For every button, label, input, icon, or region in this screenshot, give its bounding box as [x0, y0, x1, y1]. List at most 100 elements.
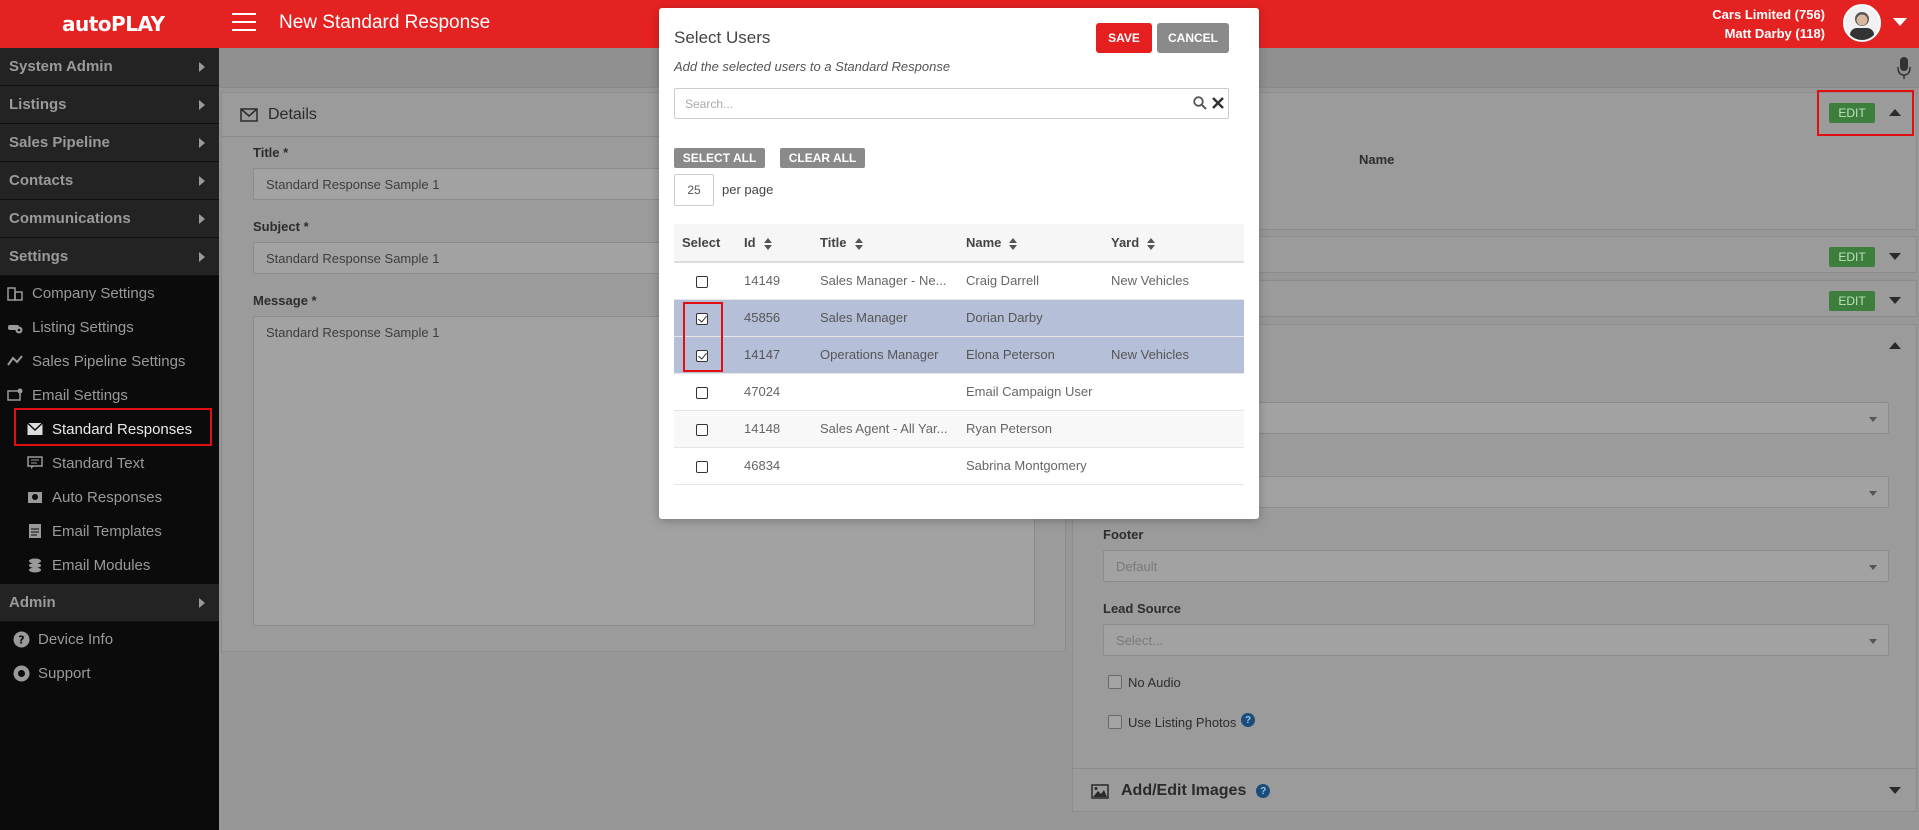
table-row[interactable]: 14147 Operations Manager Elona Peterson … [674, 336, 1244, 374]
row-checkbox[interactable] [696, 386, 708, 399]
highlight-edit-button [1817, 90, 1914, 136]
chevron-down-icon[interactable] [1889, 253, 1901, 260]
footer-label: Footer [1103, 527, 1144, 542]
cell-yard [1103, 373, 1244, 411]
column-name[interactable]: Name [958, 224, 1103, 263]
sidebar-item-email-modules[interactable]: Email Modules [0, 548, 219, 582]
chevron-down-icon[interactable] [1869, 639, 1877, 644]
images-header[interactable]: Add/Edit Images ? [1073, 769, 1916, 813]
chevron-down-icon[interactable] [1869, 491, 1877, 496]
edit-button-3[interactable]: EDIT [1829, 291, 1875, 311]
sidebar-item-settings[interactable]: Settings [0, 238, 219, 276]
title-input[interactable]: Standard Response Sample 1 [253, 168, 663, 200]
chevron-right-icon [199, 138, 205, 148]
save-button[interactable]: SAVE [1096, 23, 1152, 53]
select-all-button[interactable]: SELECT ALL [674, 148, 765, 168]
sidebar-item-contacts[interactable]: Contacts [0, 162, 219, 200]
no-audio-checkbox[interactable] [1108, 675, 1122, 689]
chevron-right-icon [199, 598, 205, 608]
clear-all-button[interactable]: CLEAR ALL [780, 148, 865, 168]
row-checkbox[interactable] [696, 423, 708, 436]
hamburger-menu-icon[interactable] [232, 13, 256, 35]
account-info[interactable]: Cars Limited (756) Matt Darby (118) [1712, 5, 1825, 43]
autoplay-logo[interactable]: autoPLAY [62, 12, 165, 36]
row-checkbox[interactable] [696, 275, 708, 288]
sidebar-item-support[interactable]: Support [0, 656, 219, 690]
microphone-icon[interactable] [1897, 56, 1911, 80]
chevron-right-icon [199, 176, 205, 186]
sidebar-item-admin[interactable]: Admin [0, 584, 219, 622]
table-row[interactable]: 46834 Sabrina Montgomery [674, 447, 1244, 485]
chevron-down-icon[interactable] [1869, 565, 1877, 570]
sidebar-item-communications[interactable]: Communications [0, 200, 219, 238]
sort-icon[interactable] [854, 237, 863, 250]
sort-icon[interactable] [763, 237, 772, 250]
cell-name: Craig Darrell [958, 262, 1103, 300]
subject-input[interactable]: Standard Response Sample 1 [253, 242, 663, 274]
avatar[interactable] [1843, 4, 1881, 42]
cell-name: Dorian Darby [958, 299, 1103, 337]
row-checkbox[interactable] [696, 460, 708, 473]
no-audio-label: No Audio [1128, 675, 1181, 690]
cell-name: Sabrina Montgomery [958, 447, 1103, 485]
chevron-right-icon [199, 252, 205, 262]
search-icon[interactable] [1193, 96, 1207, 110]
sidebar-item-standard-text[interactable]: Standard Text [0, 446, 219, 480]
edit-button-2[interactable]: EDIT [1829, 247, 1875, 267]
cell-id: 47024 [736, 373, 812, 411]
chevron-down-icon[interactable] [1893, 18, 1907, 26]
search-box [674, 88, 1229, 119]
cell-yard: New Vehicles [1103, 336, 1244, 374]
modal-title: Select Users [674, 28, 771, 47]
lead-source-select[interactable]: Select... [1103, 624, 1889, 656]
sidebar-item-email-templates[interactable]: Email Templates [0, 514, 219, 548]
help-icon[interactable]: ? [1256, 784, 1271, 798]
auto-response-icon [26, 489, 44, 505]
cell-yard [1103, 447, 1244, 485]
sidebar-item-company-settings[interactable]: Company Settings [0, 276, 219, 310]
cell-yard [1103, 299, 1244, 337]
cancel-button[interactable]: CANCEL [1157, 23, 1229, 53]
sort-icon[interactable] [1009, 237, 1018, 250]
select-users-modal: Select Users Add the selected users to a… [659, 8, 1259, 519]
sort-icon[interactable] [1147, 237, 1156, 250]
table-row[interactable]: 14148 Sales Agent - All Yar... Ryan Pete… [674, 410, 1244, 448]
search-input[interactable] [675, 89, 1165, 118]
close-icon[interactable] [1211, 96, 1225, 110]
cell-id: 45856 [736, 299, 812, 337]
sidebar-item-email-settings[interactable]: Email Settings [0, 378, 219, 412]
chevron-up-icon[interactable] [1889, 342, 1901, 349]
table-row[interactable]: 47024 Email Campaign User [674, 373, 1244, 411]
sidebar-item-listings[interactable]: Listings [0, 86, 219, 124]
name-column-header: Name [1359, 152, 1395, 167]
use-listing-photos-label: Use Listing Photos [1128, 715, 1237, 730]
chevron-right-icon [199, 214, 205, 224]
per-page-input[interactable]: 25 [674, 174, 714, 206]
chevron-down-icon[interactable] [1889, 297, 1901, 304]
sidebar-item-device-info[interactable]: ? Device Info [0, 622, 219, 656]
highlight-standard-responses [14, 408, 212, 446]
use-listing-photos-checkbox[interactable] [1108, 715, 1122, 729]
cell-title: Sales Manager - Ne... [812, 262, 958, 300]
help-icon[interactable]: ? [1241, 713, 1255, 727]
chevron-down-icon[interactable] [1869, 417, 1877, 422]
sidebar-item-sales-pipeline[interactable]: Sales Pipeline [0, 124, 219, 162]
email-settings-icon [6, 387, 24, 403]
sidebar-item-sales-pipeline-settings[interactable]: Sales Pipeline Settings [0, 344, 219, 378]
chevron-down-icon[interactable] [1889, 787, 1901, 794]
column-title[interactable]: Title [812, 224, 958, 263]
comment-icon [26, 455, 44, 471]
sidebar-item-auto-responses[interactable]: Auto Responses [0, 480, 219, 514]
images-title: Add/Edit Images [1121, 782, 1247, 799]
sidebar-item-system-admin[interactable]: System Admin [0, 48, 219, 86]
sidebar-item-listing-settings[interactable]: Listing Settings [0, 310, 219, 344]
footer-select[interactable]: Default [1103, 550, 1889, 582]
title-label: Title * [253, 145, 289, 160]
column-id[interactable]: Id [736, 224, 812, 263]
cell-id: 14149 [736, 262, 812, 300]
lifebuoy-icon [12, 665, 30, 681]
column-yard[interactable]: Yard [1103, 224, 1244, 263]
cell-title: Sales Agent - All Yar... [812, 410, 958, 448]
table-row[interactable]: 14149 Sales Manager - Ne... Craig Darrel… [674, 262, 1244, 300]
table-row[interactable]: 45856 Sales Manager Dorian Darby [674, 299, 1244, 337]
